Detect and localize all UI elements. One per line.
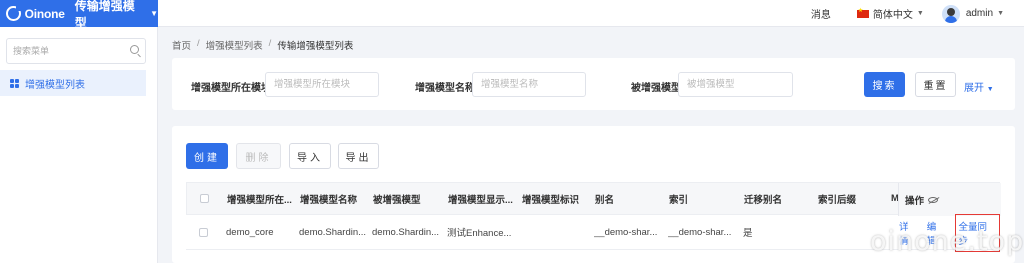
breadcrumb: 首页 / 增强模型列表 / 传输增强模型列表 [172, 38, 353, 52]
filter-label-module: 增强模型所在模块 [191, 83, 271, 94]
logo-text: Oinone [24, 6, 65, 21]
column-header[interactable]: 增强模型标识 [522, 183, 592, 214]
filter-model-name-field [472, 72, 586, 97]
language-selector[interactable]: 简体中文 [873, 6, 913, 21]
breadcrumb-separator: / [268, 38, 272, 49]
table-cell: __demo-shar... [668, 226, 732, 238]
column-header[interactable]: 索引后缀 [818, 183, 888, 214]
row-select-cell [199, 215, 211, 249]
module-switcher[interactable]: Oinone 传输增强模型 ▼ [0, 0, 158, 30]
sidebar-item-label: 增强模型列表 [25, 79, 85, 91]
column-header[interactable]: 迁移别名 [744, 183, 814, 214]
select-all-cell [200, 183, 212, 214]
delete-button[interactable]: 删除 [236, 143, 281, 169]
search-button[interactable]: 搜索 [864, 72, 905, 97]
filter-module-input[interactable] [266, 73, 378, 96]
search-icon[interactable] [130, 45, 139, 54]
eye-off-icon[interactable] [928, 196, 939, 203]
filter-model-name-input[interactable] [473, 73, 585, 96]
china-flag-icon [856, 7, 869, 18]
table-cell: 是 [743, 228, 753, 239]
table-cell [521, 215, 591, 249]
column-header[interactable]: 增强模型显示... [448, 183, 518, 214]
column-header[interactable]: 索引 [669, 183, 739, 214]
table-cell: 测试Enhance... [447, 228, 512, 239]
filter-enhanced-model-input[interactable] [679, 73, 792, 96]
grid-icon [10, 78, 19, 88]
table-header: 增强模型所在... 增强模型名称 被增强模型 增强模型显示... 增强模型标识 … [186, 182, 1001, 216]
breadcrumb-separator: / [197, 38, 200, 49]
table-cell: demo_core [226, 226, 274, 238]
top-header: Oinone 传输增强模型 ▼ 消息 简体中文 ▼ admin ▼ [0, 0, 1024, 30]
breadcrumb-enhance-list[interactable]: 增强模型列表 [206, 38, 263, 52]
chevron-down-icon[interactable]: ▼ [917, 10, 924, 17]
reset-button[interactable]: 重置 [915, 72, 956, 97]
ops-header-label: 操作 [905, 195, 925, 207]
filter-module-field [265, 72, 379, 97]
sidebar-item-enhance-model-list[interactable]: 增强模型列表 [0, 70, 146, 96]
expand-label: 展开 [964, 83, 984, 94]
breadcrumb-current: 传输增强模型列表 [277, 41, 354, 52]
export-button[interactable]: 导出 [338, 143, 379, 169]
filter-label-enhanced-model: 被增强模型 [631, 83, 681, 94]
chevron-down-icon: ▼ [986, 86, 994, 93]
sidebar: 增强模型列表 [0, 27, 158, 263]
chevron-down-icon: ▼ [150, 9, 158, 18]
select-all-checkbox[interactable] [200, 194, 209, 203]
menu-search-input[interactable] [7, 39, 117, 63]
oinone-logo-icon [6, 6, 21, 21]
messages-link[interactable]: 消息 [811, 6, 831, 21]
filter-enhanced-model-field [678, 72, 793, 97]
column-header[interactable]: 被增强模型 [373, 183, 443, 214]
ops-column-header: 操作 [898, 183, 1001, 216]
column-header[interactable]: 别名 [595, 183, 665, 214]
module-name: 传输增强模型 [74, 0, 135, 30]
breadcrumb-home[interactable]: 首页 [172, 38, 191, 52]
chevron-down-icon[interactable]: ▼ [997, 10, 1004, 17]
row-checkbox[interactable] [199, 227, 208, 237]
user-name[interactable]: admin [966, 8, 993, 19]
column-header[interactable]: 增强模型名称 [300, 183, 370, 214]
filter-panel: 增强模型所在模块 增强模型名称 被增强模型 搜索 重置 展开 ▼ [172, 58, 1015, 110]
menu-search [6, 38, 146, 64]
expand-toggle[interactable]: 展开 ▼ [964, 79, 994, 94]
import-button[interactable]: 导入 [289, 143, 331, 169]
column-header[interactable]: 增强模型所在... [227, 183, 297, 214]
table-cell: demo.Shardin... [372, 226, 440, 238]
create-button[interactable]: 创建 [186, 143, 228, 169]
table-cell: demo.Shardin... [299, 226, 367, 238]
watermark-text: oinone.top [870, 226, 1024, 257]
filter-label-model-name: 增强模型名称 [415, 83, 475, 94]
table-cell: __demo-shar... [594, 226, 658, 238]
avatar[interactable] [941, 4, 960, 23]
